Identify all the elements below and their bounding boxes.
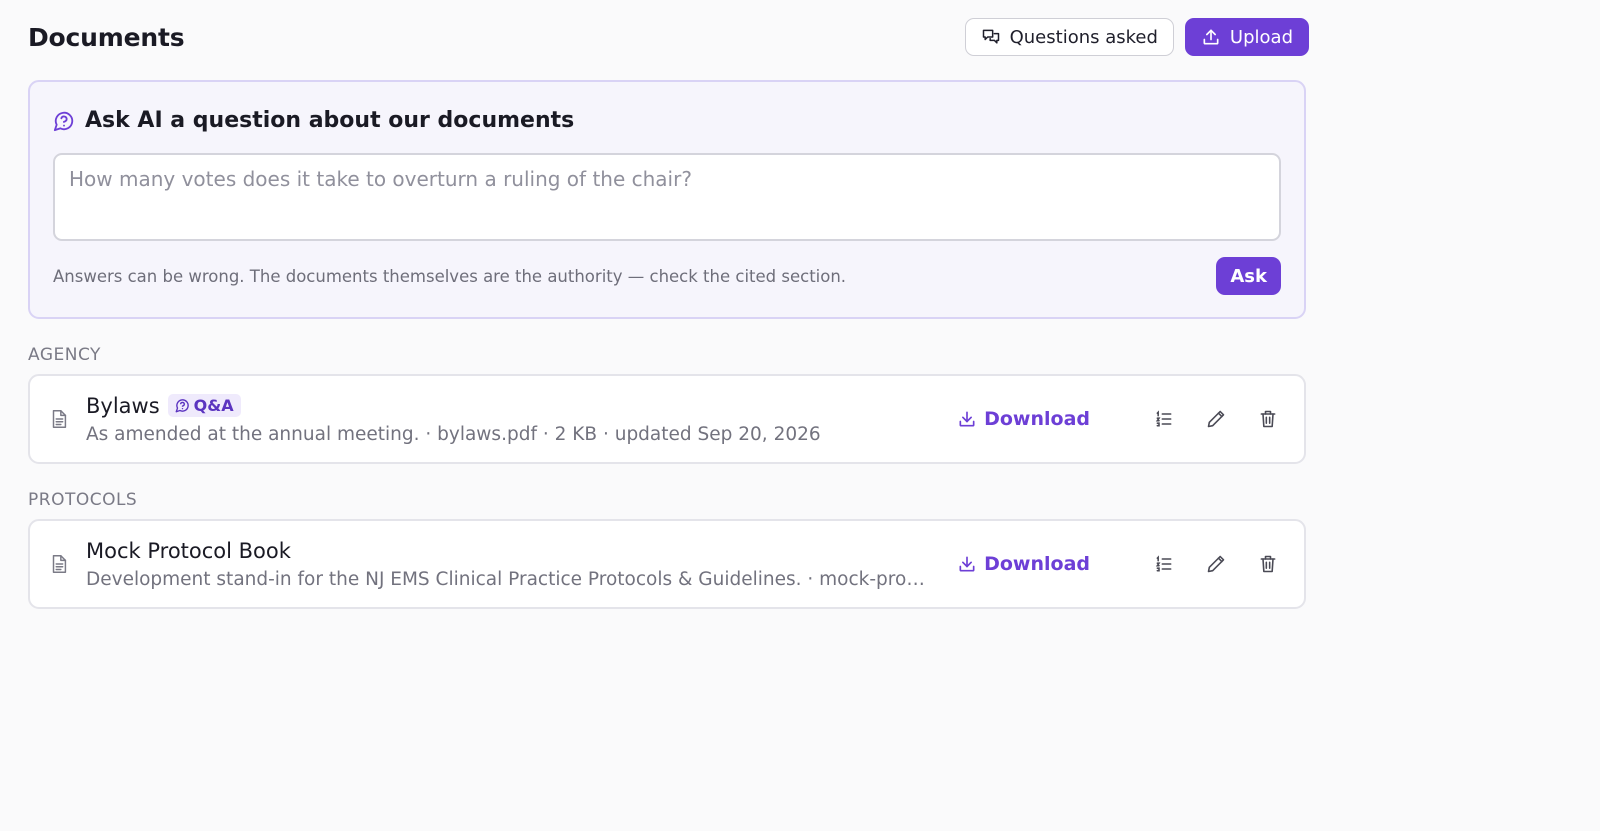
- document-title: Bylaws: [86, 393, 160, 418]
- upload-button[interactable]: Upload: [1184, 18, 1309, 56]
- message-circle-question-icon: [53, 111, 74, 131]
- document-title-row: Bylaws Q&A: [86, 394, 929, 418]
- download-icon: [959, 556, 975, 572]
- edit-button[interactable]: [1198, 401, 1234, 437]
- page-header: Documents Questions asked Upload: [28, 0, 1309, 74]
- upload-label: Upload: [1229, 26, 1293, 48]
- ask-ai-title: Ask AI a question about our documents: [85, 108, 575, 133]
- ask-ai-heading: Ask AI a question about our documents: [53, 108, 1281, 133]
- delete-button[interactable]: [1250, 401, 1286, 437]
- document-meta: Development stand-in for the NJ EMS Clin…: [86, 568, 930, 590]
- trash-icon: [1260, 410, 1276, 428]
- document-info: Mock Protocol Book Development stand-in …: [86, 539, 929, 590]
- documents-page: Documents Questions asked Upload Ask AI …: [28, 0, 1309, 609]
- download-icon: [959, 411, 975, 427]
- document-row-bylaws: Bylaws Q&A As amended at the annual meet…: [28, 374, 1306, 464]
- download-label: Download: [984, 408, 1090, 430]
- page-title: Documents: [28, 22, 185, 52]
- document-icon: [52, 555, 67, 573]
- questions-asked-button[interactable]: Questions asked: [964, 18, 1174, 56]
- edit-button[interactable]: [1198, 546, 1234, 582]
- list-icon: [1155, 410, 1172, 427]
- ask-footer: Answers can be wrong. The documents them…: [53, 257, 1281, 295]
- delete-button[interactable]: [1250, 546, 1286, 582]
- download-link[interactable]: Download: [957, 553, 1090, 575]
- ask-button[interactable]: Ask: [1216, 257, 1281, 295]
- ai-disclaimer: Answers can be wrong. The documents them…: [53, 266, 847, 286]
- trash-icon: [1260, 555, 1276, 573]
- question-input[interactable]: [53, 153, 1281, 241]
- download-label: Download: [984, 553, 1090, 575]
- chat-bubbles-icon: [982, 29, 999, 44]
- ask-ai-card: Ask AI a question about our documents An…: [28, 80, 1306, 319]
- download-link[interactable]: Download: [957, 408, 1090, 430]
- header-actions: Questions asked Upload: [964, 18, 1309, 56]
- document-actions: Download: [957, 401, 1286, 437]
- section-label-agency: AGENCY: [28, 345, 101, 365]
- pencil-icon: [1207, 555, 1225, 573]
- upload-icon: [1203, 29, 1219, 45]
- document-actions: Download: [957, 546, 1286, 582]
- document-meta: As amended at the annual meeting. · byla…: [86, 423, 821, 445]
- document-info: Bylaws Q&A As amended at the annual meet…: [86, 394, 929, 445]
- document-title: Mock Protocol Book: [86, 538, 291, 563]
- document-title-row: Mock Protocol Book: [86, 539, 929, 563]
- outline-button[interactable]: [1146, 546, 1182, 582]
- pencil-icon: [1207, 410, 1225, 428]
- qa-badge: Q&A: [167, 394, 241, 417]
- document-row-mock-protocol-book: Mock Protocol Book Development stand-in …: [28, 519, 1306, 609]
- qa-badge-label: Q&A: [193, 396, 234, 415]
- document-icon: [52, 410, 67, 428]
- outline-button[interactable]: [1146, 401, 1182, 437]
- questions-asked-label: Questions asked: [1009, 26, 1158, 48]
- section-label-protocols: PROTOCOLS: [28, 490, 138, 510]
- message-circle-question-icon: [175, 399, 189, 413]
- list-icon: [1155, 555, 1172, 572]
